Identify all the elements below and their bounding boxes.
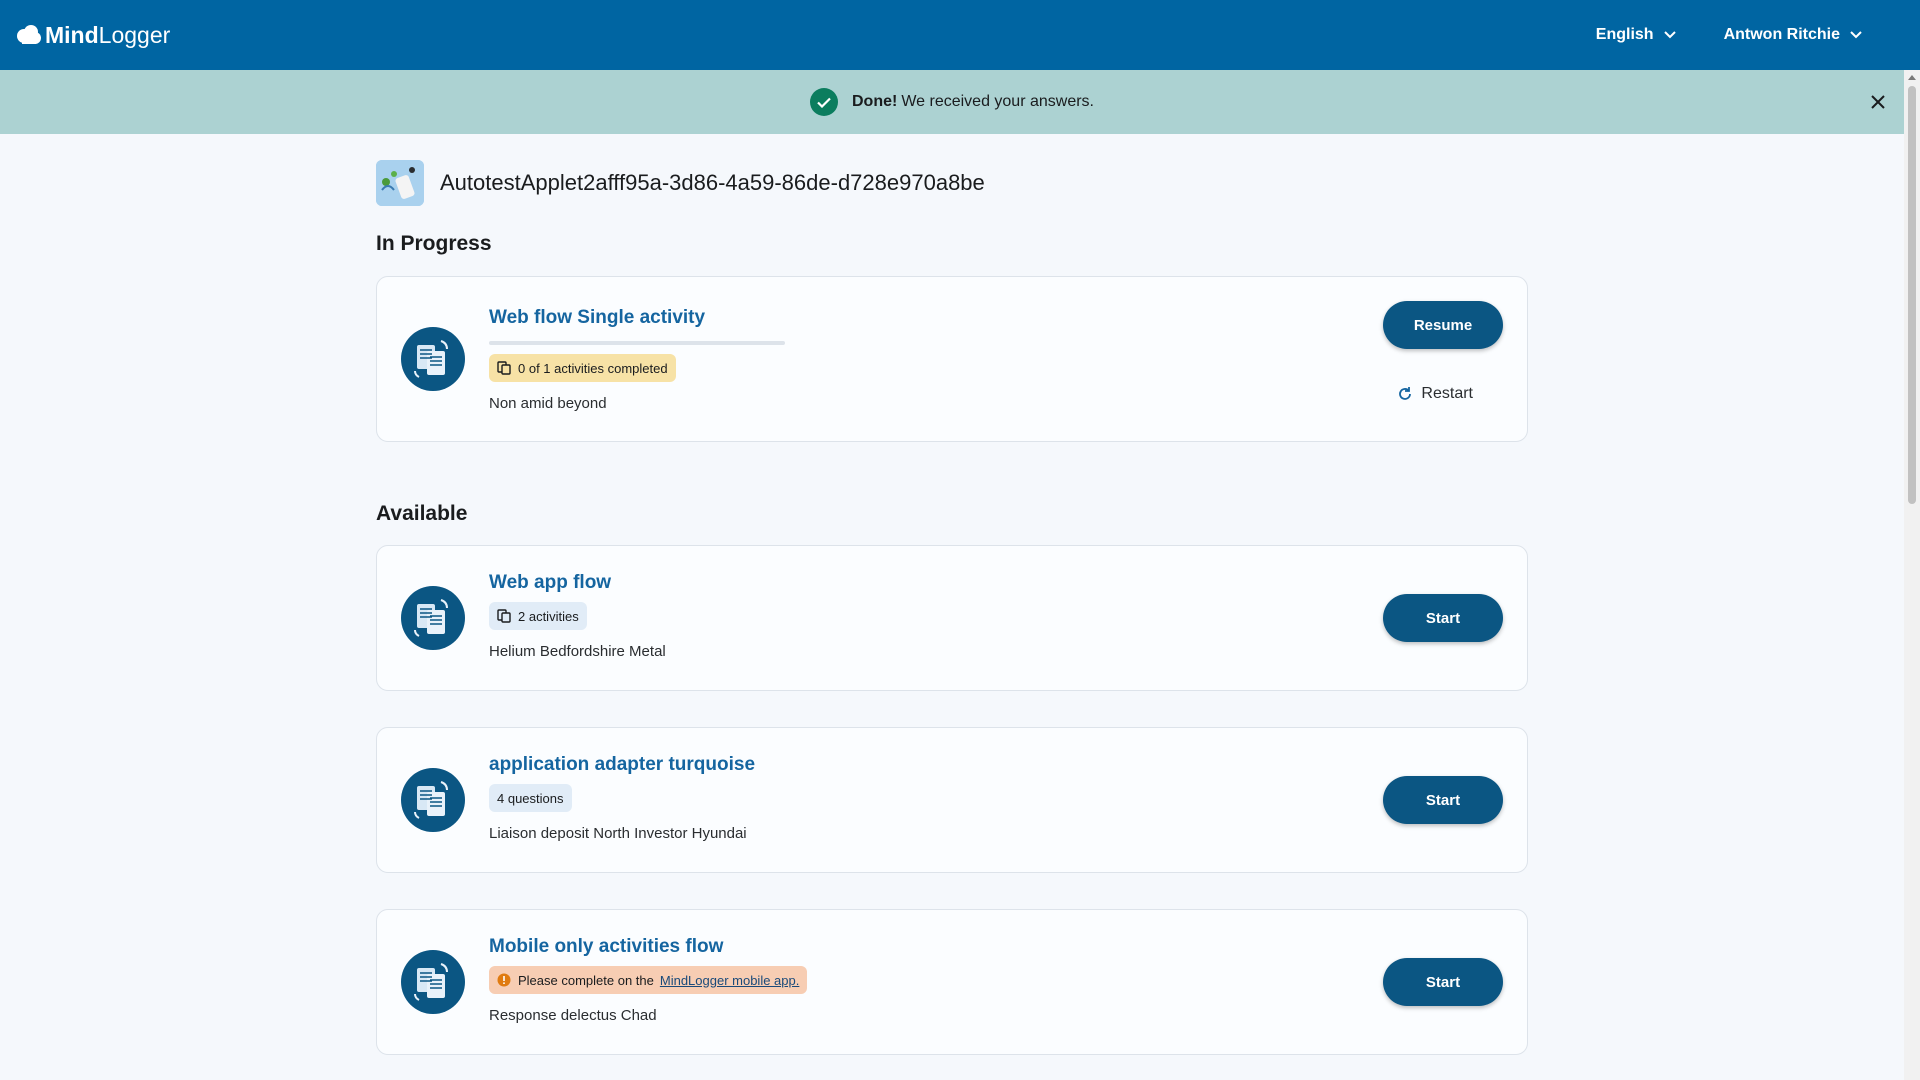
- applet-image: [376, 160, 424, 206]
- banner-message: Done! We received your answers.: [852, 93, 1094, 111]
- activity-card: Web app flow 2 activities Helium Bedford…: [376, 545, 1528, 691]
- start-button[interactable]: Start: [1383, 776, 1503, 824]
- start-button[interactable]: Start: [1383, 594, 1503, 642]
- activity-body: application adapter turquoise 4 question…: [489, 754, 755, 842]
- user-name: Antwon Ritchie: [1723, 26, 1840, 43]
- activity-card: application adapter turquoise 4 question…: [376, 727, 1528, 873]
- activity-body: Mobile only activities flow Please compl…: [489, 936, 808, 1024]
- scroll-up-arrow[interactable]: [1908, 75, 1916, 80]
- activity-name[interactable]: Web app flow: [489, 572, 666, 594]
- activity-flow-icon: [401, 950, 465, 1014]
- activity-flow-icon: [401, 327, 465, 391]
- restart-icon: [1399, 387, 1412, 400]
- language-label: English: [1595, 26, 1654, 43]
- logo-text-light: Logger: [98, 21, 171, 48]
- chevron-down-icon: [1663, 31, 1676, 39]
- mindlogger-logo[interactable]: Mind Logger: [16, 22, 170, 49]
- close-icon[interactable]: [1868, 92, 1888, 112]
- activity-name[interactable]: Mobile only activities flow: [489, 936, 807, 958]
- check-circle-icon: [810, 88, 838, 116]
- activity-card: Mobile only activities flow Please compl…: [376, 909, 1528, 1055]
- available-heading: Available: [376, 502, 468, 525]
- question-count-chip: 4 questions: [489, 784, 572, 812]
- restart-button[interactable]: Restart: [1397, 385, 1473, 403]
- banner-text: We received your answers.: [901, 93, 1094, 110]
- brain-cloud-icon: [17, 25, 41, 44]
- warning-icon: [497, 973, 511, 987]
- chip-label: 0 of 1 activities completed: [518, 360, 668, 376]
- scrollbar-thumb[interactable]: [1908, 86, 1916, 504]
- chevron-down-icon: [1850, 31, 1862, 39]
- chip-label: Please complete on the: [518, 972, 654, 988]
- logo-text-bold: Mind: [45, 21, 99, 48]
- activity-body: Web app flow 2 activities Helium Bedford…: [489, 572, 666, 660]
- success-banner: Done! We received your answers.: [0, 70, 1904, 134]
- page-scrollbar[interactable]: [1904, 70, 1920, 1080]
- mobile-app-link[interactable]: MindLogger mobile app.: [660, 973, 799, 988]
- in-progress-heading: In Progress: [376, 232, 492, 255]
- activity-flow-icon: [401, 586, 465, 650]
- start-button[interactable]: Start: [1383, 958, 1503, 1006]
- applet-header: AutotestApplet2afff95a-3d86-4a59-86de-d7…: [376, 160, 1528, 206]
- resume-button[interactable]: Resume: [1383, 301, 1503, 349]
- language-dropdown[interactable]: English: [1596, 26, 1676, 44]
- activity-progress-bar: [489, 341, 785, 345]
- activity-name[interactable]: Web flow Single activity: [489, 307, 785, 329]
- applet-content: AutotestApplet2afff95a-3d86-4a59-86de-d7…: [376, 160, 1528, 1055]
- activity-card-in-progress: Web flow Single activity 0 of 1 activiti…: [376, 276, 1528, 442]
- copy-icon: [497, 609, 511, 623]
- top-navigation-bar: Mind Logger English Antwon Ritchie: [0, 0, 1920, 70]
- activity-body: Web flow Single activity 0 of 1 activiti…: [489, 307, 785, 412]
- activity-description: Non amid beyond: [489, 395, 607, 412]
- copy-icon: [497, 361, 511, 375]
- mobile-only-warning-chip: Please complete on the MindLogger mobile…: [489, 966, 808, 994]
- banner-strong: Done!: [852, 93, 898, 110]
- activity-count-chip: 2 activities: [489, 602, 587, 630]
- activity-description: Response delectus Chad: [489, 1007, 657, 1024]
- chip-label: 2 activities: [518, 608, 579, 624]
- user-menu-dropdown[interactable]: Antwon Ritchie: [1724, 26, 1862, 44]
- activity-name[interactable]: application adapter turquoise: [489, 754, 755, 776]
- activity-icon: [401, 768, 465, 832]
- chip-label: 4 questions: [497, 790, 564, 806]
- activity-description: Helium Bedfordshire Metal: [489, 643, 666, 660]
- activities-completed-chip: 0 of 1 activities completed: [489, 354, 676, 382]
- activity-description: Liaison deposit North Investor Hyundai: [489, 825, 747, 842]
- applet-title: AutotestApplet2afff95a-3d86-4a59-86de-d7…: [440, 170, 985, 195]
- restart-label: Restart: [1421, 385, 1473, 402]
